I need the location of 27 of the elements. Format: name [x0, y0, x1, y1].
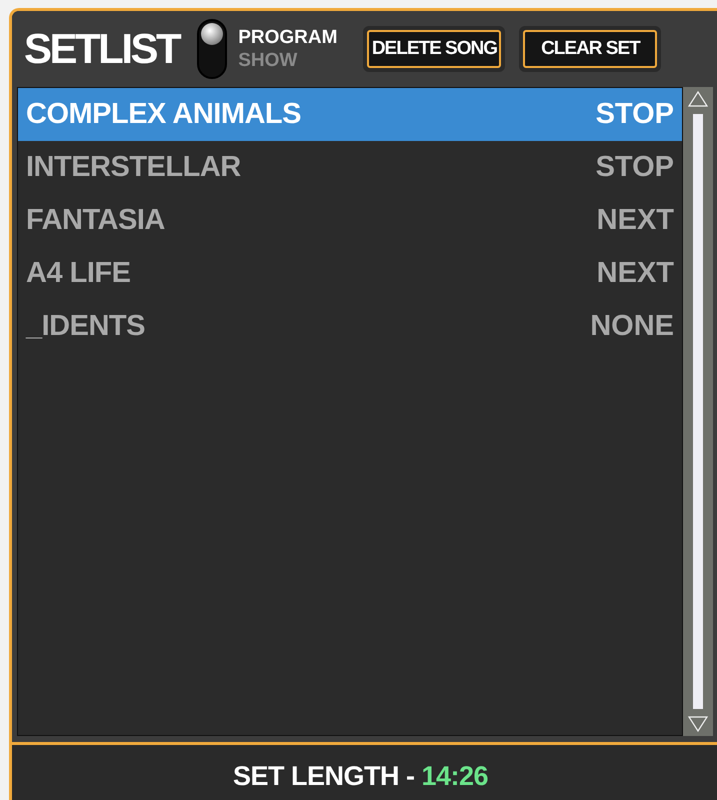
song-action: STOP: [596, 150, 674, 185]
song-row[interactable]: A4 LIFE NEXT: [18, 247, 682, 300]
panel-title: SETLIST: [24, 28, 180, 70]
song-row[interactable]: FANTASIA NEXT: [18, 194, 682, 247]
song-row[interactable]: _IDENTS NONE: [18, 300, 682, 353]
song-action: STOP: [596, 96, 674, 132]
action-button[interactable]: DELETE SONG: [367, 30, 502, 68]
song-action: NEXT: [596, 202, 674, 238]
scroll-up-icon[interactable]: [687, 90, 709, 108]
toggle-knob: [201, 23, 224, 45]
scrollbar-thumb[interactable]: [693, 114, 703, 709]
song-name: _IDENTS: [26, 308, 145, 344]
song-row[interactable]: INTERSTELLAR STOP: [18, 141, 682, 194]
mode-label[interactable]: PROGRAM: [238, 28, 338, 47]
song-row[interactable]: COMPLEX ANIMALS STOP: [18, 88, 682, 141]
song-name: COMPLEX ANIMALS: [26, 96, 301, 132]
scroll-down-icon[interactable]: [687, 715, 709, 733]
mode-label[interactable]: SHOW: [238, 51, 338, 70]
action-button[interactable]: CLEAR SET: [523, 30, 658, 68]
song-action: NONE: [590, 308, 674, 344]
song-action: NEXT: [596, 256, 674, 291]
set-length-text: SET LENGTH - 14:26: [232, 760, 488, 793]
song-name: FANTASIA: [26, 202, 165, 238]
mode-toggle[interactable]: [197, 19, 228, 79]
song-name: INTERSTELLAR: [26, 150, 241, 185]
scrollbar[interactable]: [683, 87, 713, 736]
song-name: A4 LIFE: [26, 256, 130, 291]
